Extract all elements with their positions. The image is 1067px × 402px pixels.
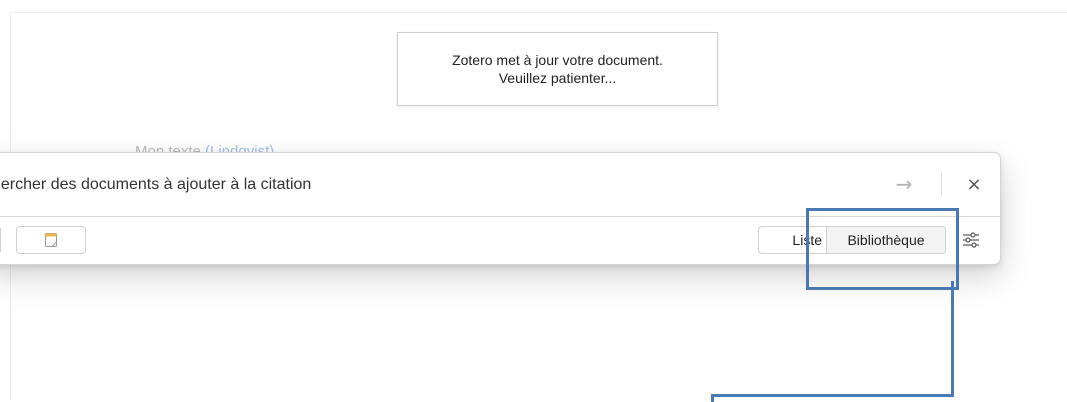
settings-button[interactable] (958, 227, 984, 253)
sliders-icon (963, 232, 979, 248)
search-row: → × (0, 153, 1000, 217)
toolbar-button-partial[interactable] (0, 226, 1, 254)
view-bibliotheque-button[interactable]: Bibliothèque (827, 227, 945, 253)
dialog-toolbar: Liste Bibliothèque (0, 217, 1000, 265)
citation-search-input[interactable] (0, 171, 849, 199)
note-icon (45, 233, 57, 247)
notice-line-1: Zotero met à jour votre document. (452, 52, 663, 68)
notice-line-2: Veuillez patienter... (498, 70, 617, 86)
add-note-button[interactable] (16, 226, 86, 254)
close-icon: × (966, 173, 982, 195)
submit-arrow-button[interactable]: → (889, 169, 919, 199)
search-row-divider (941, 172, 942, 196)
view-toggle: Liste Bibliothèque (758, 226, 946, 254)
arrow-right-icon: → (895, 172, 913, 196)
close-button[interactable]: × (960, 169, 988, 199)
citation-dialog: → × Liste Bibliothèque (0, 152, 1001, 265)
view-liste-button[interactable]: Liste (759, 227, 827, 253)
update-notice: Zotero met à jour votre document. Veuill… (397, 32, 718, 106)
